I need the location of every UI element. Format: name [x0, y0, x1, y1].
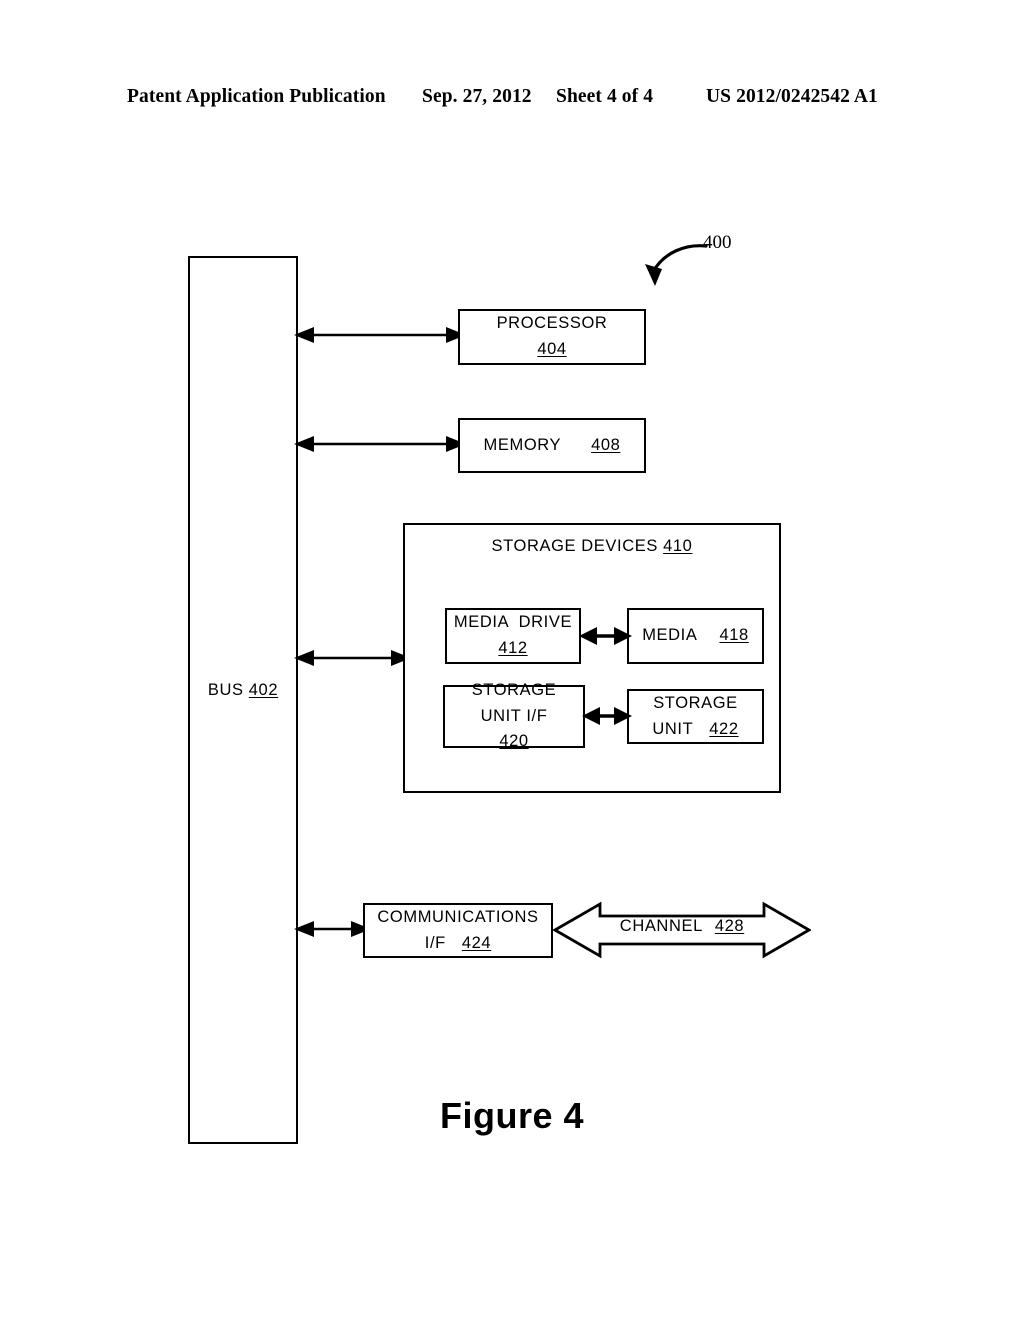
header-date-label: Sep. 27, 2012 [422, 86, 532, 107]
channel-label-group: CHANNEL 428 [577, 917, 787, 936]
communications-if-ref: 424 [461, 933, 492, 952]
storage-devices-block: STORAGE DEVICES 410 MEDIA DRIVE 412 MEDI… [403, 523, 781, 793]
processor-ref: 404 [537, 340, 567, 358]
bus-label-group: BUS 402 [190, 676, 296, 704]
connector-media-drive-media [579, 627, 632, 645]
channel-arrow: CHANNEL 428 [552, 896, 812, 969]
storage-unit-line2: UNIT [652, 719, 694, 738]
media-ref: 418 [719, 626, 749, 645]
communications-if-line1: COMMUNICATIONS [377, 907, 539, 926]
storage-unit-ref: 422 [709, 719, 739, 738]
connector-bus-communications [294, 921, 371, 937]
channel-ref: 428 [714, 917, 745, 935]
header-patent-number: US 2012/0242542 A1 [706, 86, 878, 107]
storage-devices-ref: 410 [663, 537, 693, 555]
bus-bar: BUS 402 [188, 256, 298, 1144]
figure-caption: Figure 4 [439, 1095, 585, 1136]
system-reference-label: 400 [703, 232, 732, 253]
connector-bus-processor [294, 327, 466, 343]
memory-label: MEMORY [483, 435, 562, 454]
storage-devices-label: STORAGE DEVICES [491, 537, 658, 555]
header-publication-label: Patent Application Publication [127, 86, 386, 107]
processor-label: PROCESSOR [496, 314, 608, 333]
storage-unit-block: STORAGE UNIT 422 [627, 689, 764, 744]
media-drive-ref: 412 [498, 639, 528, 657]
communications-if-block: COMMUNICATIONS I/F 424 [363, 903, 553, 958]
memory-ref: 408 [591, 435, 621, 454]
connector-bus-storage-devices [294, 650, 411, 666]
storage-unit-if-block: STORAGE UNIT I/F 420 [443, 681, 585, 750]
storage-unit-if-line1: STORAGE [471, 681, 557, 700]
connector-bus-memory [294, 436, 466, 452]
storage-unit-if-line2: UNIT I/F [480, 706, 548, 725]
storage-unit-line1: STORAGE [653, 693, 738, 712]
bus-ref: 402 [248, 681, 279, 699]
media-label: MEDIA [642, 626, 698, 645]
memory-block: MEMORY 408 [458, 418, 646, 473]
bus-label: BUS [207, 681, 244, 699]
storage-unit-if-ref: 420 [499, 732, 529, 751]
header-sheet-label: Sheet 4 of 4 [556, 86, 654, 107]
processor-block: PROCESSOR 404 [458, 309, 646, 365]
page-header: Patent Application Publication Sep. 27, … [0, 86, 1024, 114]
channel-label: CHANNEL [619, 917, 703, 935]
patent-figure-page: Patent Application Publication Sep. 27, … [0, 0, 1024, 1320]
communications-if-line2-group: I/F 424 [425, 931, 491, 957]
media-drive-label: MEDIA DRIVE [453, 613, 573, 632]
media-drive-block: MEDIA DRIVE 412 [445, 608, 581, 664]
media-block: MEDIA 418 [627, 608, 764, 664]
system-reference-leader: 400 [630, 228, 740, 303]
storage-devices-title-group: STORAGE DEVICES 410 [405, 533, 779, 559]
communications-if-line2: I/F [424, 933, 446, 952]
storage-unit-line2-group: UNIT 422 [652, 717, 738, 743]
connector-storage-unit-if-storage-unit [582, 707, 632, 725]
